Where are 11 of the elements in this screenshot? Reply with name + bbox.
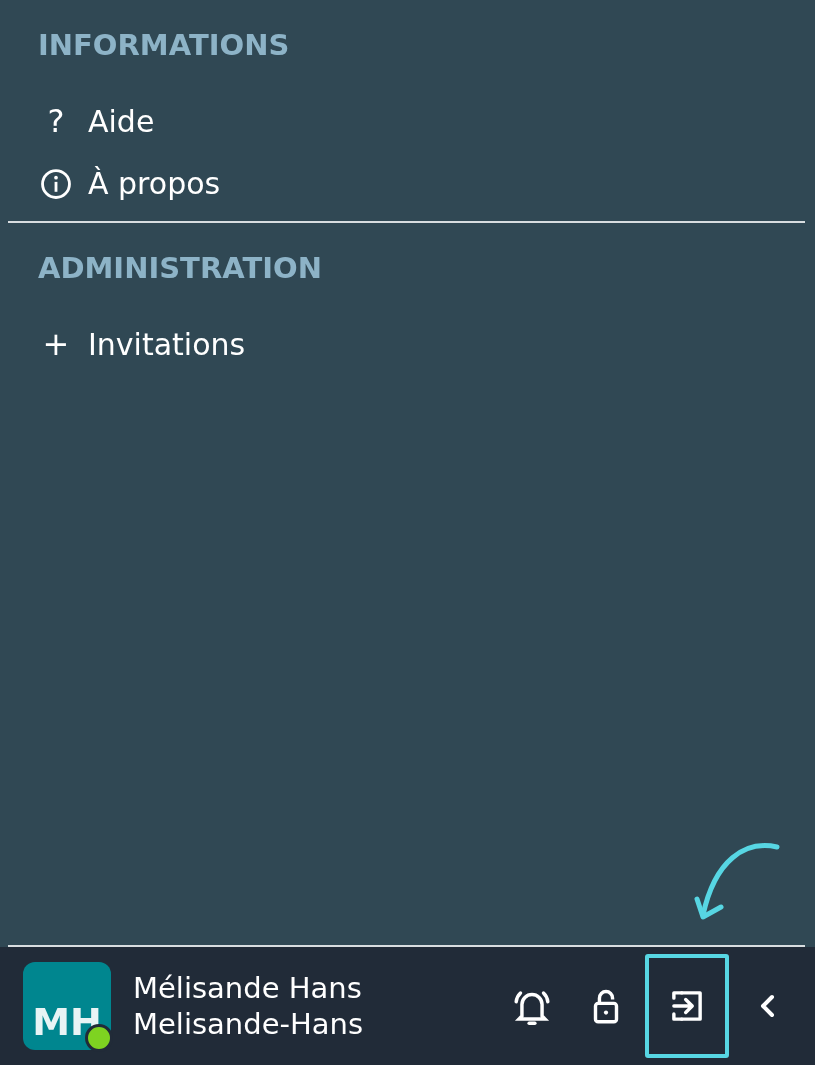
logout-button[interactable] [645,954,729,1058]
menu-item[interactable]: À propos [38,166,777,201]
menu-item[interactable]: ? Aide [38,102,777,140]
item-icon: ? [38,102,74,140]
section-heading: INFORMATIONS [38,28,291,62]
user-handle: Melisande-Hans [133,1006,364,1043]
section-heading: ADMINISTRATION [38,251,323,285]
menu-item[interactable]: + Invitations [38,325,777,363]
user-name: Mélisande Hans [133,969,363,1006]
info-icon [39,166,73,201]
item-icon: + [38,325,74,363]
